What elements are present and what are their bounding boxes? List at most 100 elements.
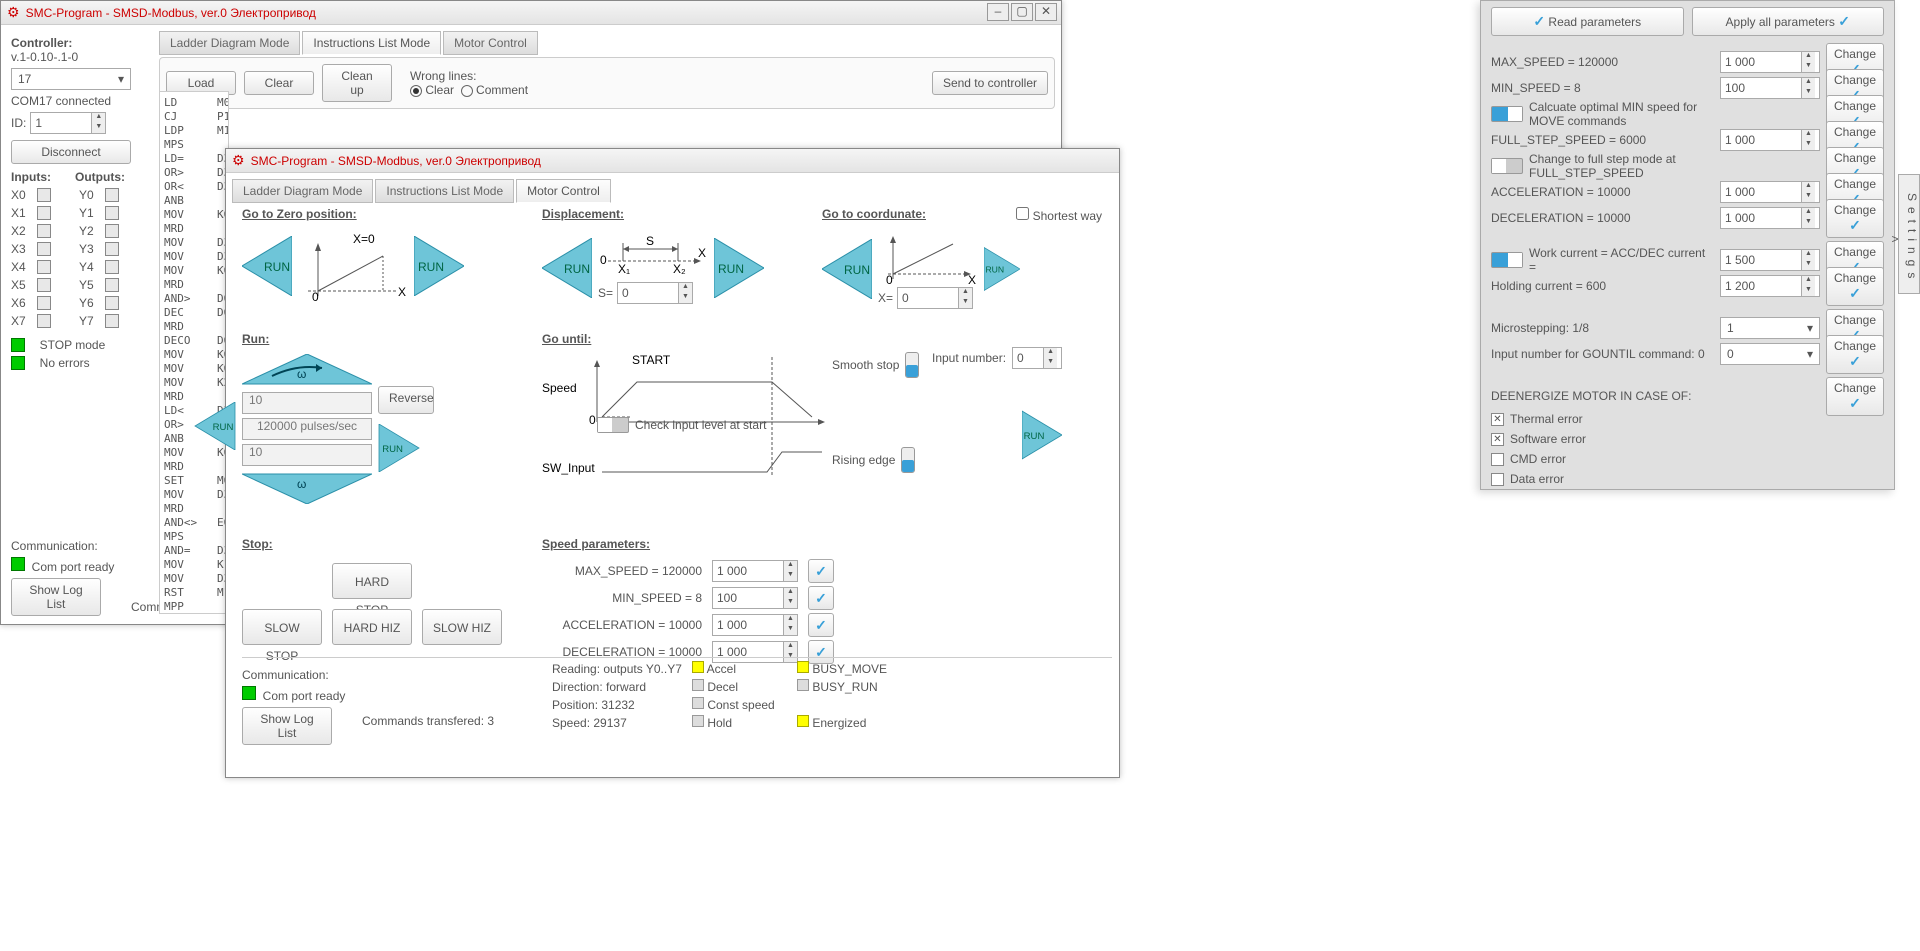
output-y6[interactable] [105,296,119,310]
apply-all-button[interactable]: Apply all parameters ✓ [1692,7,1885,36]
sp-input[interactable]: ▲▼ [712,560,798,582]
s-value-input[interactable]: ▲▼ [617,282,693,304]
settings-spinner[interactable]: ▲▼ [1720,275,1820,297]
settings-label: Input number for GOUNTIL command: 0 [1491,347,1714,361]
settings-spinner[interactable]: ▲▼ [1720,51,1820,73]
output-y1[interactable] [105,206,119,220]
settings-dropdown[interactable]: 1▾ [1720,317,1820,339]
settings-toggle[interactable] [1491,252,1523,268]
code-listing[interactable]: LD M0 CJ P1 LDP M1008 MPS LD= D320 K6 OR… [159,91,229,614]
deenergize-opt: Software error [1510,432,1586,446]
controller-version: v.1-0.10-.1-0 [11,50,146,64]
settings-spinner[interactable]: ▲▼ [1720,181,1820,203]
input-x3[interactable] [37,242,51,256]
maximize-button[interactable]: ▢ [1011,3,1033,21]
speed-up-button[interactable]: ω [242,354,372,388]
change-button[interactable]: Change ✓ [1826,335,1884,374]
output-y2[interactable] [105,224,119,238]
input-x7[interactable] [37,314,51,328]
input-x1[interactable] [37,206,51,220]
settings-label: FULL_STEP_SPEED = 6000 [1491,133,1714,147]
change-button[interactable]: Change ✓ [1826,199,1884,238]
output-y7[interactable] [105,314,119,328]
input-x0[interactable] [37,188,51,202]
settings-tab-handle[interactable]: Settings > [1898,174,1920,294]
id-spinner[interactable]: ▲▼ [30,112,106,134]
zero-run-left[interactable]: RUN [242,236,292,296]
sp-apply[interactable]: ✓ [808,586,834,610]
input-number-spinner[interactable]: ▲▼ [1012,347,1062,369]
clear-button[interactable]: Clear [244,71,314,95]
tab-ladder-2[interactable]: Ladder Diagram Mode [232,179,373,203]
x-value-input[interactable]: ▲▼ [897,287,973,309]
close-button[interactable]: ✕ [1035,3,1057,21]
zero-run-right[interactable]: RUN [414,236,464,296]
tab-motor-1[interactable]: Motor Control [443,31,538,55]
rising-edge-toggle[interactable] [901,447,915,473]
hard-stop-button[interactable]: HARD STOP [332,563,412,599]
send-to-controller-button[interactable]: Send to controller [932,71,1048,95]
read-parameters-button[interactable]: ✓ Read parameters [1491,7,1684,36]
sp-input[interactable]: ▲▼ [712,614,798,636]
settings-dropdown[interactable]: 0▾ [1720,343,1820,365]
inputs-header: Inputs: [11,170,71,184]
output-y3[interactable] [105,242,119,256]
disp-run-left[interactable]: RUN [542,238,592,298]
sp-apply[interactable]: ✓ [808,559,834,583]
svg-text:X: X [398,285,406,299]
run-right-button[interactable]: RUN [378,424,420,472]
svg-text:Speed: Speed [542,381,577,395]
settings-toggle[interactable] [1491,106,1523,122]
input-x6[interactable] [37,296,51,310]
tab-motor-2[interactable]: Motor Control [516,179,611,203]
output-y4[interactable] [105,260,119,274]
input-x4[interactable] [37,260,51,274]
reverse-button[interactable]: Reverse [378,386,434,414]
radio-comment[interactable] [461,85,473,97]
settings-spinner[interactable]: ▲▼ [1720,207,1820,229]
slow-hiz-button[interactable]: SLOW HIZ [422,609,502,645]
controller-select[interactable]: 17▾ [11,68,131,90]
disp-run-right[interactable]: RUN [714,238,764,298]
show-log-button-1[interactable]: Show Log List [11,578,101,616]
settings-toggle[interactable] [1491,158,1523,174]
change-button[interactable]: Change ✓ [1826,267,1884,306]
deenergize-check[interactable]: ✕ [1491,413,1504,426]
smooth-stop-toggle[interactable] [905,352,919,378]
deenergize-check[interactable] [1491,453,1504,466]
tab-instructions-1[interactable]: Instructions List Mode [302,31,441,55]
disconnect-button[interactable]: Disconnect [11,140,131,164]
sp-input[interactable]: ▲▼ [712,587,798,609]
deenergize-check[interactable] [1491,473,1504,486]
hard-hiz-button[interactable]: HARD HIZ [332,609,412,645]
settings-spinner[interactable]: ▲▼ [1720,249,1820,271]
tab-ladder-1[interactable]: Ladder Diagram Mode [159,31,300,55]
minimize-button[interactable]: – [987,3,1009,21]
gountil-run-button[interactable]: RUN [1022,409,1062,461]
output-y0[interactable] [105,188,119,202]
settings-label: Calcuate optimal MIN speed for MOVE comm… [1529,100,1714,128]
output-y5[interactable] [105,278,119,292]
sp-apply[interactable]: ✓ [808,613,834,637]
cleanup-button[interactable]: Clean up [322,64,392,102]
check-input-toggle[interactable] [597,417,629,433]
tab-instructions-2[interactable]: Instructions List Mode [375,179,514,203]
input-x2[interactable] [37,224,51,238]
deenergize-check[interactable]: ✕ [1491,433,1504,446]
settings-spinner[interactable]: ▲▼ [1720,77,1820,99]
change-button[interactable]: Change ✓ [1826,377,1884,416]
shortest-way-check[interactable]: Shortest way [1016,207,1102,223]
radio-clear[interactable] [410,85,422,97]
show-log-button-2[interactable]: Show Log List [242,707,332,745]
speed-down-button[interactable]: ω [242,470,372,504]
coord-run-right[interactable]: RUN [984,239,1020,299]
run-left-button[interactable]: RUN [194,402,236,450]
settings-spinner[interactable]: ▲▼ [1720,129,1820,151]
input-x5[interactable] [37,278,51,292]
coord-run-left[interactable]: RUN [822,239,872,299]
energized-led [797,715,809,727]
slow-stop-button[interactable]: SLOW STOP [242,609,322,645]
sp-label: MIN_SPEED = 8 [542,591,702,605]
speed-params-label: Speed parameters: [542,537,1022,551]
svg-text:X=0: X=0 [353,232,375,246]
